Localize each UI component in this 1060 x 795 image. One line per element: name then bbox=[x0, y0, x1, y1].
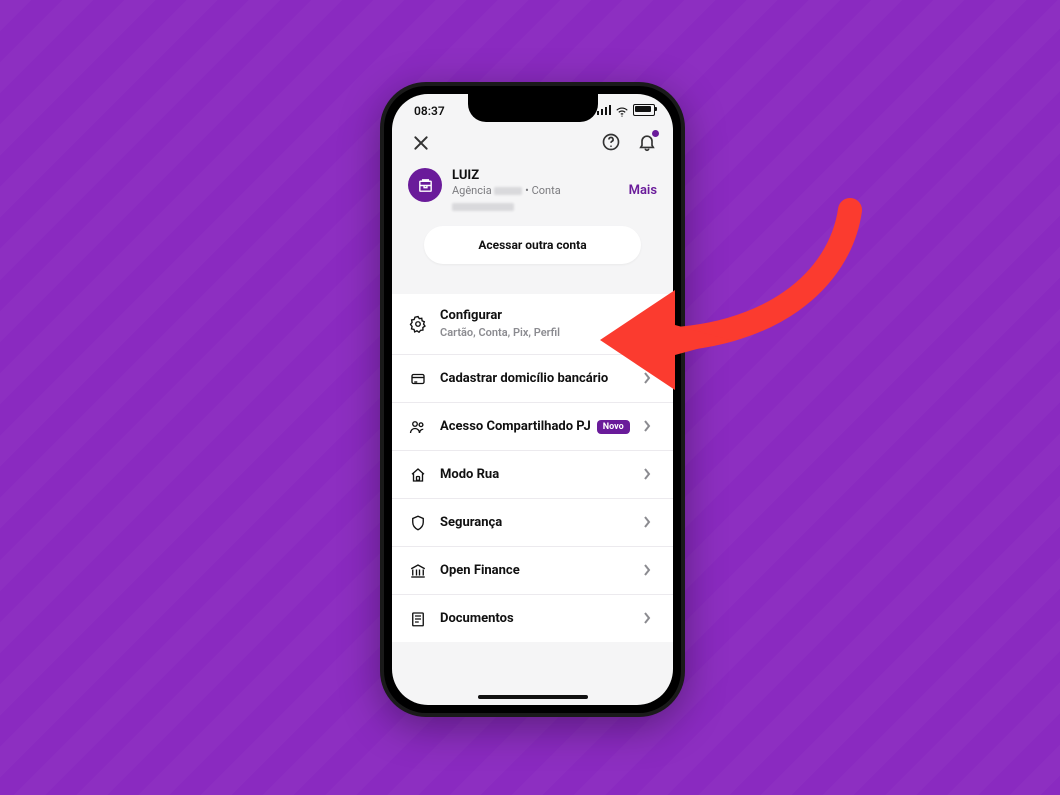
app-top-bar bbox=[392, 126, 673, 164]
shield-icon bbox=[408, 514, 428, 532]
account-info: LUIZ Agência • Conta bbox=[452, 168, 619, 212]
gear-icon bbox=[408, 315, 428, 333]
page-background: 08:37 bbox=[0, 0, 1060, 795]
home-lock-icon bbox=[408, 466, 428, 484]
row-title: Documentos bbox=[440, 611, 631, 627]
phone-screen: 08:37 bbox=[392, 94, 673, 705]
chevron-right-icon bbox=[643, 465, 657, 484]
users-icon bbox=[408, 418, 428, 436]
row-title: Open Finance bbox=[440, 563, 631, 579]
battery-icon bbox=[633, 104, 655, 116]
account-number-redacted bbox=[452, 203, 514, 211]
chevron-right-icon bbox=[643, 513, 657, 532]
top-bar-actions bbox=[601, 132, 657, 152]
row-title: Acesso Compartilhado PJ bbox=[440, 419, 591, 435]
account-label: Conta bbox=[532, 184, 561, 197]
notifications-button[interactable] bbox=[637, 132, 657, 152]
phone-bezel: 08:37 bbox=[384, 86, 681, 713]
account-row: LUIZ Agência • Conta Mais bbox=[408, 168, 657, 212]
card-stack-icon bbox=[408, 370, 428, 388]
signal-icon bbox=[597, 105, 611, 115]
row-domicilio-bancario[interactable]: Cadastrar domicílio bancário bbox=[392, 355, 673, 403]
phone-notch bbox=[468, 94, 598, 122]
agency-label: Agência bbox=[452, 184, 492, 197]
chevron-right-icon bbox=[643, 369, 657, 388]
row-documentos[interactable]: Documentos bbox=[392, 595, 673, 642]
row-acesso-compartilhado[interactable]: Acesso Compartilhado PJ Novo bbox=[392, 403, 673, 451]
notification-dot-icon bbox=[652, 130, 659, 137]
account-name: LUIZ bbox=[452, 168, 619, 183]
account-avatar bbox=[408, 168, 442, 202]
agency-redacted bbox=[494, 187, 522, 195]
more-link[interactable]: Mais bbox=[629, 183, 657, 198]
chevron-right-icon bbox=[643, 561, 657, 580]
bank-icon bbox=[408, 562, 428, 580]
help-button[interactable] bbox=[601, 132, 621, 152]
row-open-finance[interactable]: Open Finance bbox=[392, 547, 673, 595]
home-indicator bbox=[478, 695, 588, 699]
row-configurar[interactable]: Configurar Cartão, Conta, Pix, Perfil bbox=[392, 294, 673, 355]
account-header: LUIZ Agência • Conta Mais bbox=[392, 164, 673, 276]
row-modo-rua[interactable]: Modo Rua bbox=[392, 451, 673, 499]
row-title: Modo Rua bbox=[440, 467, 631, 483]
switch-account-button[interactable]: Acessar outra conta bbox=[424, 226, 641, 264]
novo-badge: Novo bbox=[597, 420, 630, 434]
status-time: 08:37 bbox=[414, 104, 445, 118]
row-title: Cadastrar domicílio bancário bbox=[440, 371, 631, 387]
row-subtitle: Cartão, Conta, Pix, Perfil bbox=[440, 326, 657, 340]
phone-frame: 08:37 bbox=[380, 82, 685, 717]
document-icon bbox=[408, 610, 428, 628]
account-subtitle: Agência • Conta bbox=[452, 184, 619, 212]
close-button[interactable] bbox=[410, 132, 432, 154]
switch-account-label: Acessar outra conta bbox=[478, 238, 586, 252]
settings-list: Configurar Cartão, Conta, Pix, Perfil Ca… bbox=[392, 294, 673, 642]
chevron-right-icon bbox=[643, 609, 657, 628]
chevron-right-icon bbox=[643, 417, 657, 436]
row-title: Configurar bbox=[440, 308, 657, 324]
row-seguranca[interactable]: Segurança bbox=[392, 499, 673, 547]
status-icons bbox=[597, 104, 655, 116]
wifi-icon bbox=[615, 105, 629, 115]
row-title: Segurança bbox=[440, 515, 631, 531]
